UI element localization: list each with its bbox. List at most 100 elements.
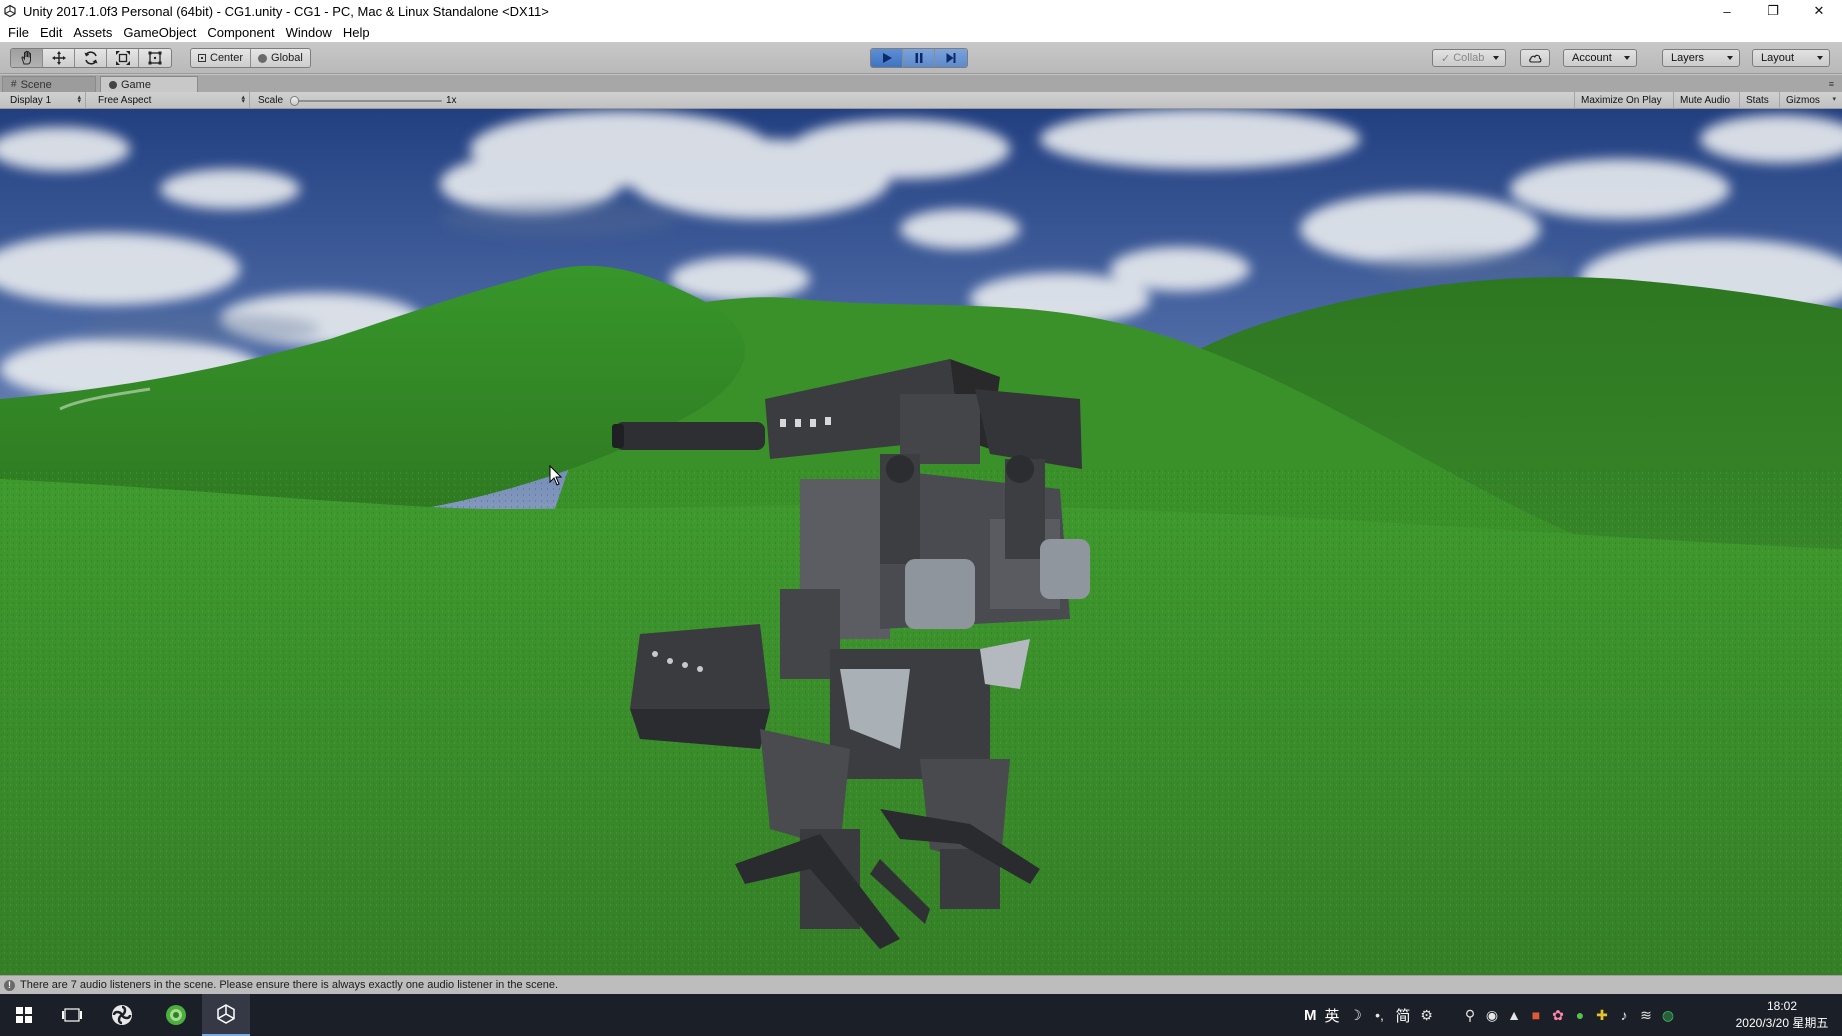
cloud-icon bbox=[1529, 54, 1542, 63]
minimize-button[interactable]: – bbox=[1704, 0, 1750, 22]
dropdown-arrow-icon: ▾ bbox=[1832, 96, 1836, 103]
layout-dropdown[interactable]: Layout bbox=[1752, 49, 1830, 67]
pivot-center-button[interactable]: Center bbox=[191, 49, 252, 67]
moon-icon[interactable]: ☽ bbox=[1348, 1007, 1364, 1023]
collab-dropdown[interactable]: ✓ Collab bbox=[1432, 49, 1506, 67]
move-tool-button[interactable] bbox=[43, 49, 75, 67]
pause-button[interactable] bbox=[903, 49, 935, 67]
collab-label: Collab bbox=[1453, 52, 1485, 64]
ime-simplified[interactable]: 简 bbox=[1396, 1005, 1411, 1026]
ime-mode[interactable]: M bbox=[1304, 1007, 1317, 1024]
title-bar: Unity 2017.1.0f3 Personal (64bit) - CG1.… bbox=[0, 0, 1842, 22]
tab-menu-icon[interactable]: ≡ bbox=[1829, 79, 1834, 89]
menu-gameobject[interactable]: GameObject bbox=[119, 25, 203, 40]
menu-component[interactable]: Component bbox=[203, 25, 281, 40]
play-button[interactable] bbox=[871, 49, 903, 67]
transform-tools bbox=[10, 48, 172, 68]
unity-editor-window: Unity 2017.1.0f3 Personal (64bit) - CG1.… bbox=[0, 0, 1842, 1036]
scale-label: Scale bbox=[258, 95, 284, 106]
gizmos-label: Gizmos bbox=[1786, 95, 1820, 106]
gizmos-dropdown[interactable]: Gizmos ▾ bbox=[1780, 92, 1840, 109]
menu-edit[interactable]: Edit bbox=[36, 25, 69, 40]
stats-toggle[interactable]: Stats bbox=[1740, 92, 1780, 109]
console-status-bar[interactable]: ! There are 7 audio listeners in the sce… bbox=[0, 975, 1842, 994]
pacman-icon bbox=[109, 80, 117, 89]
scale-slider-thumb[interactable] bbox=[290, 96, 299, 106]
menu-assets[interactable]: Assets bbox=[69, 25, 119, 40]
volume-icon[interactable]: ♪ bbox=[1616, 1007, 1632, 1023]
menu-help[interactable]: Help bbox=[339, 25, 377, 40]
pivot-toggles: Center Global bbox=[190, 48, 311, 68]
taskbar-unity-button[interactable] bbox=[202, 994, 250, 1036]
aspect-label: Free Aspect bbox=[98, 95, 152, 106]
taskbar-browser-button[interactable] bbox=[152, 994, 200, 1036]
red-app-icon[interactable]: ■ bbox=[1528, 1007, 1544, 1023]
windows-start-button[interactable] bbox=[0, 994, 48, 1036]
app-icon bbox=[112, 1005, 132, 1025]
rotate-tool-button[interactable] bbox=[75, 49, 107, 67]
windows-start-icon bbox=[16, 1007, 32, 1023]
layers-dropdown[interactable]: Layers bbox=[1662, 49, 1740, 67]
playmode-controls bbox=[870, 48, 968, 68]
rect-tool-button[interactable] bbox=[139, 49, 171, 67]
window-title: Unity 2017.1.0f3 Personal (64bit) - CG1.… bbox=[23, 3, 549, 19]
hand-tool-button[interactable] bbox=[11, 49, 43, 67]
flower-icon[interactable]: ✿ bbox=[1550, 1007, 1566, 1023]
taskbar-clock[interactable]: 18:02 2020/3/20 星期五 bbox=[1732, 998, 1832, 1032]
aspect-dropdown[interactable]: Free Aspect ▴ ▾ bbox=[92, 92, 250, 109]
wifi-icon[interactable]: ≋ bbox=[1638, 1007, 1654, 1023]
steam-icon[interactable]: ◉ bbox=[1484, 1007, 1500, 1023]
close-button[interactable]: ✕ bbox=[1796, 0, 1842, 22]
globe-icon bbox=[258, 53, 268, 63]
clock-time: 18:02 bbox=[1766, 999, 1798, 1013]
tab-game[interactable]: Game bbox=[100, 76, 198, 92]
menu-window[interactable]: Window bbox=[282, 25, 339, 40]
menu-bar: File Edit Assets GameObject Component Wi… bbox=[0, 22, 1842, 42]
play-icon bbox=[882, 53, 892, 63]
menu-file[interactable]: File bbox=[4, 25, 36, 40]
maximize-on-play-toggle[interactable]: Maximize On Play bbox=[1574, 92, 1674, 109]
yellow-app-icon[interactable]: ✚ bbox=[1594, 1007, 1610, 1023]
display-label: Display 1 bbox=[10, 95, 52, 106]
main-toolbar: Center Global ✓ Collab Account Layers La… bbox=[0, 42, 1842, 74]
pivot-global-button[interactable]: Global bbox=[251, 49, 310, 67]
move-arrows-icon bbox=[51, 51, 66, 65]
windows-taskbar: M 英 ☽ •, 简 ⚙ ⚲ ◉ ▲ ■ ✿ ● ✚ ♪ ≋ ◍ 18:02 2… bbox=[0, 994, 1842, 1036]
tab-scene[interactable]: # Scene bbox=[2, 76, 96, 92]
people-icon[interactable]: ⚲ bbox=[1462, 1007, 1478, 1023]
account-dropdown[interactable]: Account bbox=[1563, 49, 1637, 67]
taskbar-app-button[interactable] bbox=[98, 994, 146, 1036]
punctuation-icon[interactable]: •, bbox=[1372, 1007, 1388, 1023]
scale-tool-button[interactable] bbox=[107, 49, 139, 67]
task-view-button[interactable] bbox=[48, 994, 96, 1036]
wechat-icon[interactable]: ● bbox=[1572, 1007, 1588, 1023]
mute-audio-toggle[interactable]: Mute Audio bbox=[1674, 92, 1740, 109]
system-tray: ⚲ ◉ ▲ ■ ✿ ● ✚ ♪ ≋ ◍ bbox=[1462, 994, 1676, 1036]
arrow-up-icon[interactable]: ▲ bbox=[1506, 1007, 1522, 1023]
check-icon: ✓ bbox=[1441, 52, 1451, 65]
unity-logo-icon bbox=[3, 4, 17, 18]
gear-icon[interactable]: ⚙ bbox=[1419, 1007, 1435, 1023]
view-tab-strip: # Scene Game ≡ bbox=[0, 75, 1842, 92]
info-icon: ! bbox=[4, 979, 15, 991]
maximize-on-play-label: Maximize On Play bbox=[1581, 95, 1662, 106]
browser-icon bbox=[166, 1005, 186, 1025]
game-viewport[interactable] bbox=[0, 109, 1842, 975]
status-message: There are 7 audio listeners in the scene… bbox=[20, 979, 559, 991]
display-dropdown[interactable]: Display 1 ▴ ▾ bbox=[4, 92, 86, 109]
restore-button[interactable]: ❐ bbox=[1750, 0, 1796, 22]
rect-transform-icon bbox=[148, 51, 162, 65]
step-button[interactable] bbox=[935, 49, 967, 67]
tab-game-label: Game bbox=[121, 78, 151, 91]
scale-value-label: 1x bbox=[446, 95, 457, 106]
green-status-icon[interactable]: ◍ bbox=[1660, 1007, 1676, 1023]
layers-label: Layers bbox=[1671, 52, 1705, 64]
ime-lang[interactable]: 英 bbox=[1325, 1005, 1340, 1026]
scale-slider-track[interactable] bbox=[290, 100, 442, 102]
updown-arrow-icon: ▴ ▾ bbox=[77, 94, 81, 105]
pause-icon bbox=[915, 53, 922, 63]
scale-icon bbox=[115, 51, 130, 65]
cloud-button[interactable] bbox=[1520, 49, 1550, 67]
unity-icon bbox=[217, 1004, 235, 1024]
grid-icon: # bbox=[11, 79, 17, 90]
